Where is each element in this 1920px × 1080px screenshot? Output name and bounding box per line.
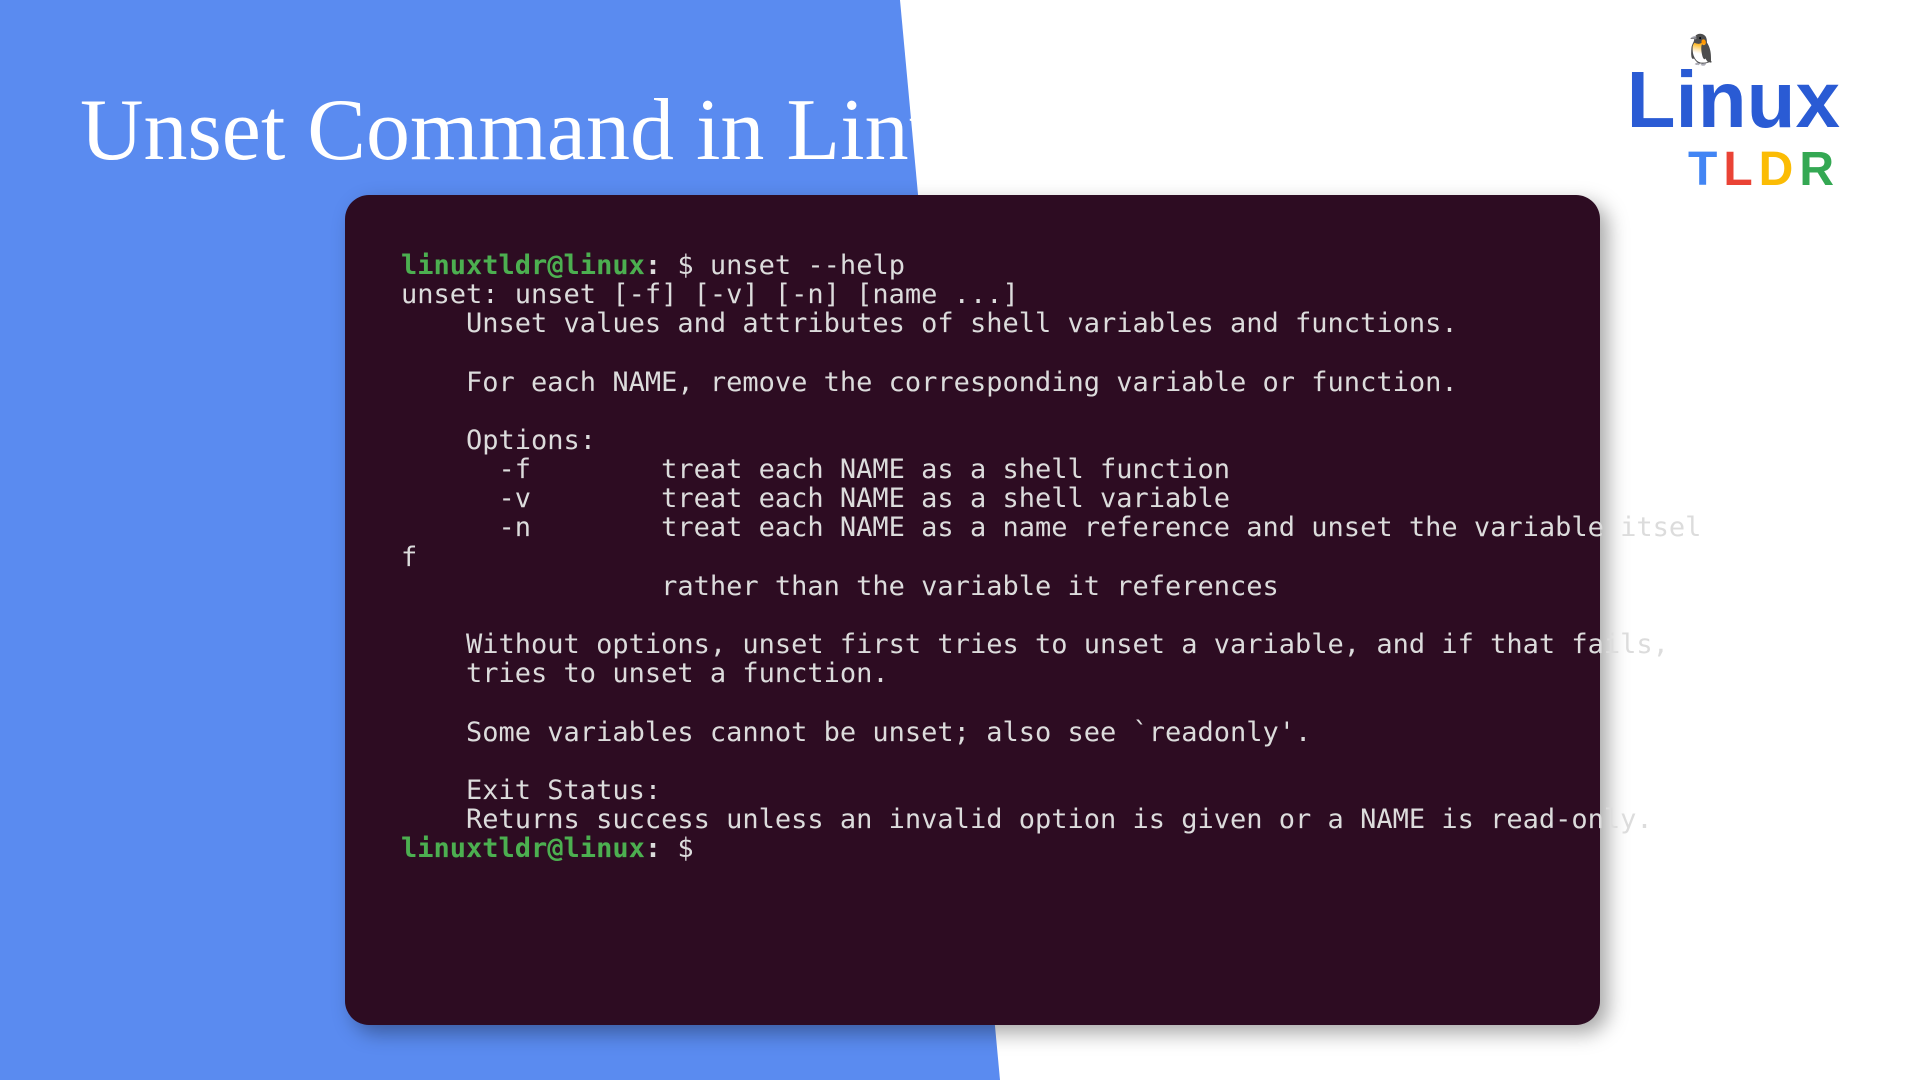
terminal-output-line: -f treat each NAME as a shell function bbox=[401, 454, 1230, 485]
prompt-user: linuxtldr@linux bbox=[401, 250, 645, 281]
prompt-dollar: $ bbox=[661, 250, 710, 281]
terminal-output-line: Returns success unless an invalid option… bbox=[401, 804, 1653, 835]
logo-linux-text: 🐧 Linux bbox=[1627, 60, 1840, 140]
page-title: Unset Command in Linux bbox=[80, 80, 997, 181]
terminal-output-line bbox=[401, 746, 466, 777]
logo-tldr-text: TLDR bbox=[1627, 146, 1840, 194]
terminal-output-line: Without options, unset first tries to un… bbox=[401, 629, 1669, 660]
terminal-output-line bbox=[401, 600, 466, 631]
terminal-output-line: -n treat each NAME as a name reference a… bbox=[401, 512, 1701, 543]
logo-block: 🐧 Linux TLDR bbox=[1627, 60, 1840, 194]
terminal-content: linuxtldr@linux: $ unset --help unset: u… bbox=[401, 251, 1544, 863]
terminal-output-line: Options: bbox=[401, 425, 596, 456]
terminal-output-line: For each NAME, remove the corresponding … bbox=[401, 367, 1458, 398]
logo-r: R bbox=[1799, 143, 1840, 196]
terminal-output-line: Some variables cannot be unset; also see… bbox=[401, 717, 1311, 748]
logo-l: L bbox=[1723, 143, 1758, 196]
logo-t: T bbox=[1688, 143, 1723, 196]
terminal-output-line: Unset values and attributes of shell var… bbox=[401, 308, 1458, 339]
terminal-output-line: tries to unset a function. bbox=[401, 658, 889, 689]
prompt-dollar: $ bbox=[661, 833, 710, 864]
terminal-output-line bbox=[401, 337, 466, 368]
terminal-output-line: Exit Status: bbox=[401, 775, 661, 806]
terminal-output-line: -v treat each NAME as a shell variable bbox=[401, 483, 1230, 514]
terminal-output-line: f bbox=[401, 542, 417, 573]
logo-linux-label: Linux bbox=[1627, 55, 1840, 144]
prompt-user: linuxtldr@linux bbox=[401, 833, 645, 864]
prompt-separator: : bbox=[645, 250, 661, 281]
terminal-window[interactable]: linuxtldr@linux: $ unset --help unset: u… bbox=[345, 195, 1600, 1025]
terminal-output-line bbox=[401, 396, 466, 427]
terminal-output-line: rather than the variable it references bbox=[401, 571, 1279, 602]
terminal-output-line bbox=[401, 687, 466, 718]
penguin-icon: 🐧 bbox=[1683, 36, 1720, 66]
terminal-command: unset --help bbox=[710, 250, 905, 281]
logo-d: D bbox=[1759, 143, 1800, 196]
terminal-output-line: unset: unset [-f] [-v] [-n] [name ...] bbox=[401, 279, 1019, 310]
prompt-separator: : bbox=[645, 833, 661, 864]
